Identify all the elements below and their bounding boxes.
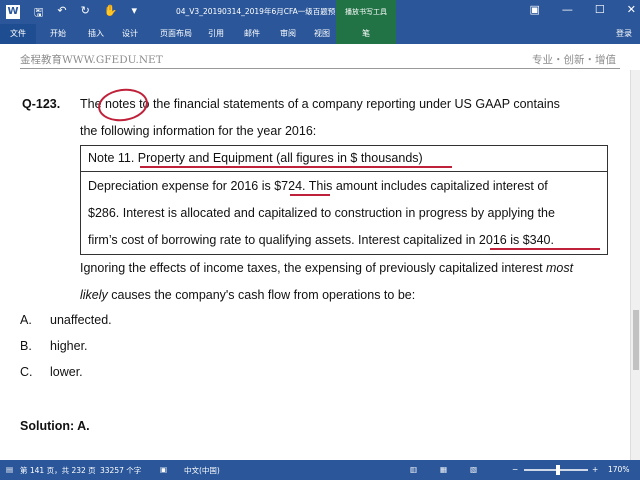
close-icon[interactable]: ✕ — [627, 3, 636, 16]
zoom-level[interactable]: 170% — [608, 465, 629, 474]
tab-references[interactable]: 引用 — [208, 28, 224, 39]
page-count-icon: ▤ — [6, 465, 14, 474]
header-divider — [20, 68, 620, 69]
tab-file[interactable]: 文件 — [0, 24, 36, 44]
pen-underline-amount — [290, 194, 330, 196]
choice-b-letter: B. — [20, 339, 32, 353]
question-line-1: The notes to the financial statements of… — [80, 97, 560, 111]
pen-underline-title — [140, 166, 452, 168]
pen-underline-capitalized — [490, 248, 600, 250]
proofing-icon[interactable]: ▣ — [160, 465, 167, 474]
brand-left: 金程教育WWW.GFEDU.NET — [20, 54, 163, 66]
maximize-icon[interactable]: ☐ — [595, 3, 605, 16]
note-line-3: firm’s cost of borrowing rate to qualify… — [88, 233, 554, 247]
language[interactable]: 中文(中国) — [184, 465, 220, 476]
tab-view[interactable]: 视图 — [314, 28, 330, 39]
login-link[interactable]: 登录 — [616, 28, 632, 39]
note-divider — [81, 171, 607, 172]
after-line-1-text: Ignoring the effects of income taxes, th… — [80, 261, 547, 275]
note-line-1: Depreciation expense for 2016 is $724. T… — [88, 179, 548, 193]
customize-icon[interactable]: ▾ — [132, 4, 138, 23]
after-line-1: Ignoring the effects of income taxes, th… — [80, 260, 573, 276]
choice-c-letter: C. — [20, 365, 33, 379]
ribbon-display-icon[interactable]: ▣ — [530, 3, 540, 16]
note-line-2: $286. Interest is allocated and capitali… — [88, 206, 555, 220]
ribbon-tabs: 文件 开始 插入 设计 页面布局 引用 邮件 审阅 视图 笔 登录 — [0, 24, 640, 44]
document-page[interactable]: Q-123. The notes to the financial statem… — [0, 70, 628, 460]
choice-c-text: lower. — [50, 365, 83, 379]
tab-insert[interactable]: 插入 — [88, 28, 104, 39]
minimize-icon[interactable]: — — [562, 3, 573, 16]
brand-right: 专业・创新・增值 — [532, 54, 616, 66]
emphasis-likely: likely — [80, 288, 108, 302]
question-line-2: the following information for the year 2… — [80, 124, 317, 138]
emphasis-most: most — [546, 261, 574, 275]
title-bar: W 🖫 ↶ ↻ ✋ ▾ 04_V3_20190314_2019年6月CFA一级百… — [0, 0, 640, 24]
zoom-slider-knob[interactable] — [556, 465, 560, 475]
vertical-scrollbar[interactable] — [630, 70, 640, 460]
tab-home[interactable]: 开始 — [50, 28, 66, 39]
document-header: 金程教育WWW.GFEDU.NET 专业・创新・增值 — [0, 44, 640, 70]
window-controls: ▣ — ☐ ✕ — [530, 3, 637, 16]
word-count[interactable]: 33257 个字 — [100, 465, 141, 476]
tab-design[interactable]: 设计 — [122, 28, 138, 39]
after-line-2-text: causes the company's cash flow from oper… — [107, 288, 416, 302]
undo-icon[interactable]: ↶ — [57, 4, 66, 23]
context-tab-header: 播放书写工具 — [336, 0, 396, 24]
choice-a-text: unaffected. — [50, 313, 112, 327]
save-icon[interactable]: 🖫 — [34, 4, 43, 23]
tab-mailings[interactable]: 邮件 — [244, 28, 260, 39]
after-line-2: likely causes the company's cash flow fr… — [80, 287, 415, 303]
page-count[interactable]: 第 141 页，共 232 页 — [20, 465, 96, 476]
zoom-in-icon[interactable]: + — [592, 465, 598, 474]
solution-heading: Solution: A. — [20, 419, 90, 433]
zoom-out-icon[interactable]: − — [512, 465, 518, 474]
read-mode-icon[interactable]: ▥ — [410, 465, 417, 474]
quick-access-toolbar: 🖫 ↶ ↻ ✋ ▾ — [34, 4, 137, 23]
tab-review[interactable]: 审阅 — [280, 28, 296, 39]
scroll-thumb[interactable] — [633, 310, 639, 370]
tab-layout[interactable]: 页面布局 — [160, 28, 192, 39]
print-layout-icon[interactable]: ▦ — [440, 465, 447, 474]
pen-circle-annotation — [96, 85, 150, 125]
choice-a-letter: A. — [20, 313, 32, 327]
question-label: Q-123. — [22, 97, 61, 111]
redo-icon[interactable]: ↻ — [81, 4, 90, 23]
choice-b-text: higher. — [50, 339, 88, 353]
window-title: 04_V3_20190314_2019年6月CFA一级百题预... — [176, 7, 343, 16]
status-bar: ▤ 第 141 页，共 232 页 33257 个字 ▣ 中文(中国) ▥ ▦ … — [0, 460, 640, 480]
touch-mode-icon[interactable]: ✋ — [104, 4, 118, 23]
word-logo-icon: W — [6, 5, 20, 19]
tab-pen[interactable]: 笔 — [336, 24, 396, 44]
note-title: Note 11. Property and Equipment (all fig… — [88, 151, 423, 165]
web-layout-icon[interactable]: ▧ — [470, 465, 477, 474]
